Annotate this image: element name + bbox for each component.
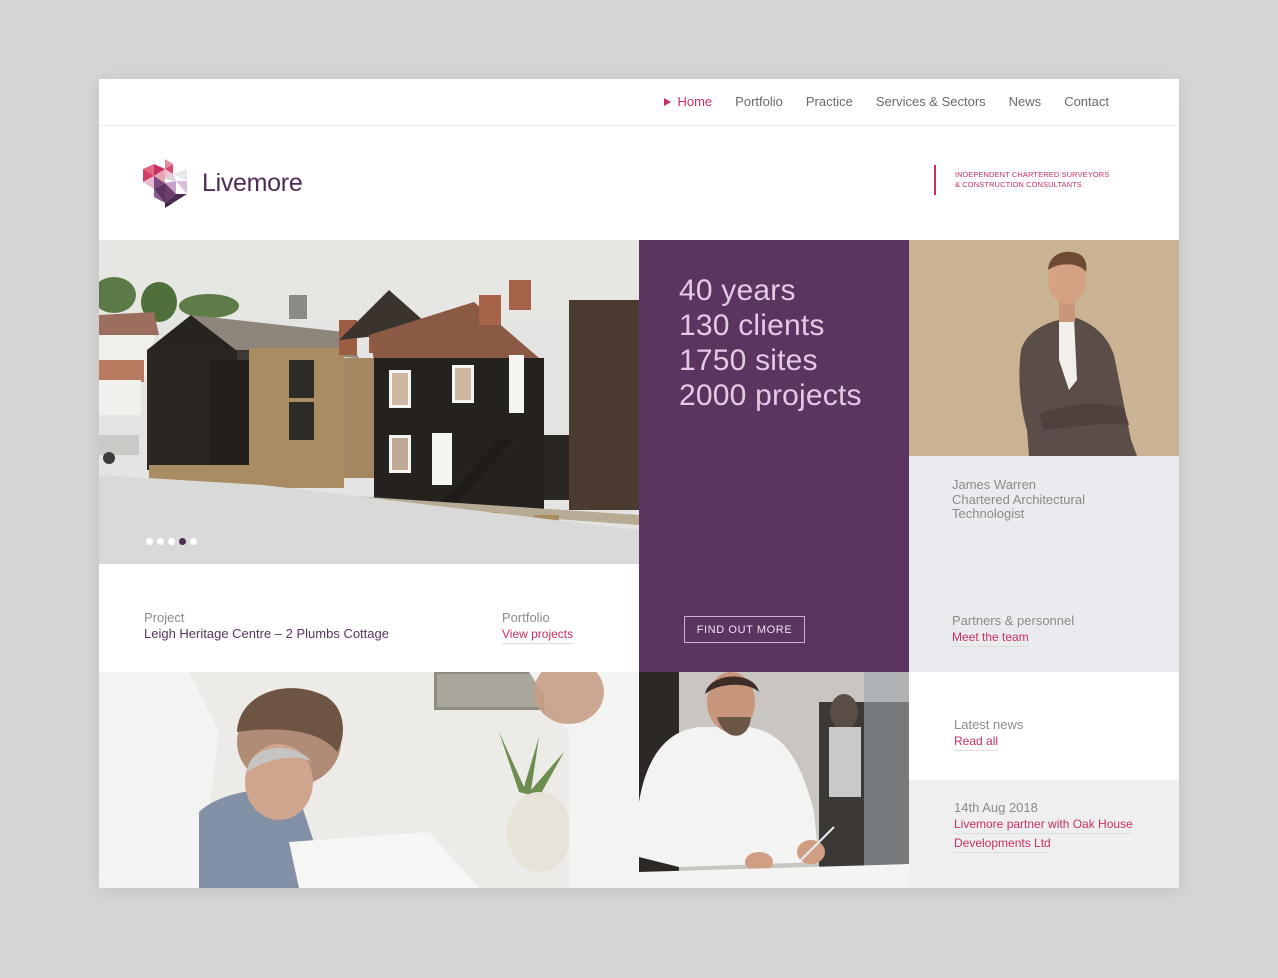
nav-item-home[interactable]: Home — [664, 94, 712, 109]
stats-list: 40 years 130 clients 1750 sites 2000 pro… — [679, 273, 862, 413]
project-label: Project — [144, 610, 185, 625]
stats-panel: 40 years 130 clients 1750 sites 2000 pro… — [639, 240, 909, 672]
staff-photo — [909, 240, 1179, 456]
nav-label: Portfolio — [735, 94, 783, 109]
latest-news-label: Latest news — [954, 717, 1024, 732]
portrait-photo — [909, 240, 1179, 456]
team-block: Partners & personnel Meet the team — [952, 613, 1074, 647]
tagline-line-1: INDEPENDENT CHARTERED SURVEYORS — [955, 170, 1110, 179]
tagline-line-2: & CONSTRUCTION CONSULTANTS — [955, 180, 1082, 189]
nav-item-news[interactable]: News — [1009, 94, 1042, 109]
stat-years: 40 years — [679, 274, 796, 307]
staff-name: James Warren — [952, 477, 1037, 492]
page: Home Portfolio Practice Services & Secto… — [99, 79, 1179, 888]
news-item-block: 14th Aug 2018 Livemore partner with Oak … — [954, 800, 1133, 853]
carousel-dot[interactable] — [190, 538, 197, 545]
nav-label: Contact — [1064, 94, 1109, 109]
site-header: Livemore INDEPENDENT CHARTERED SURVEYORS… — [99, 127, 1179, 240]
office-photo-architect — [639, 672, 909, 888]
read-all-link[interactable]: Read all — [954, 733, 999, 751]
logo-cube-icon — [143, 159, 187, 208]
nav-label: Practice — [805, 94, 853, 109]
nav-label: Services & Sectors — [875, 94, 986, 109]
stat-projects: 2000 projects — [679, 379, 862, 412]
news-title-link-cont[interactable]: Developments Ltd — [954, 835, 1051, 853]
carousel-pagination — [146, 538, 201, 545]
news-title-link[interactable]: Livemore partner with Oak House — [954, 816, 1133, 834]
staff-role-line-1: Chartered Architectural — [952, 491, 1085, 507]
carousel-dot[interactable] — [157, 538, 164, 545]
nav-item-practice[interactable]: Practice — [806, 94, 853, 109]
team-meeting-photo — [99, 672, 639, 888]
staff-info-panel: James Warren Chartered Architectural Tec… — [909, 456, 1179, 672]
nav-item-services-sectors[interactable]: Services & Sectors — [876, 94, 986, 109]
project-block: Project Leigh Heritage Centre – 2 Plumbs… — [144, 610, 389, 642]
carousel-dot[interactable] — [168, 538, 175, 545]
news-date: 14th Aug 2018 — [954, 800, 1038, 815]
carousel-dot[interactable] — [146, 538, 153, 545]
latest-news-panel: Latest news Read all — [909, 672, 1179, 780]
active-arrow-icon — [664, 97, 672, 106]
carousel-dot-active[interactable] — [179, 538, 186, 545]
nav-item-contact[interactable]: Contact — [1064, 94, 1109, 109]
nav-item-portfolio[interactable]: Portfolio — [735, 94, 783, 109]
staff-role-line-2: Technologist — [952, 506, 1025, 521]
nav-label: Home — [677, 94, 713, 109]
latest-news-block: Latest news Read all — [954, 717, 1023, 751]
staff-details: James Warren Chartered Architectural Tec… — [952, 477, 1085, 522]
top-navigation: Home Portfolio Practice Services & Secto… — [99, 79, 1179, 126]
project-name[interactable]: Leigh Heritage Centre – 2 Plumbs Cottage — [144, 625, 389, 642]
stat-clients: 130 clients — [679, 309, 825, 342]
stat-sites: 1750 sites — [679, 344, 818, 377]
logo[interactable]: Livemore — [143, 159, 303, 208]
nav-label: News — [1008, 94, 1042, 109]
brand-name: Livemore — [202, 169, 303, 197]
portfolio-label: Portfolio — [502, 610, 550, 625]
architect-drawing-photo — [639, 672, 909, 888]
portfolio-block: Portfolio View projects — [502, 610, 574, 644]
hero-carousel[interactable] — [99, 240, 639, 564]
office-photo-team — [99, 672, 639, 888]
news-item: 14th Aug 2018 Livemore partner with Oak … — [909, 780, 1179, 888]
tagline: INDEPENDENT CHARTERED SURVEYORS & CONSTR… — [934, 165, 1109, 195]
view-projects-link[interactable]: View projects — [502, 626, 574, 644]
meet-the-team-link[interactable]: Meet the team — [952, 629, 1029, 647]
hero-photo — [99, 240, 639, 564]
partners-label: Partners & personnel — [952, 613, 1075, 628]
find-out-more-button[interactable]: FIND OUT MORE — [684, 616, 805, 643]
project-caption: Project Leigh Heritage Centre – 2 Plumbs… — [99, 564, 639, 672]
